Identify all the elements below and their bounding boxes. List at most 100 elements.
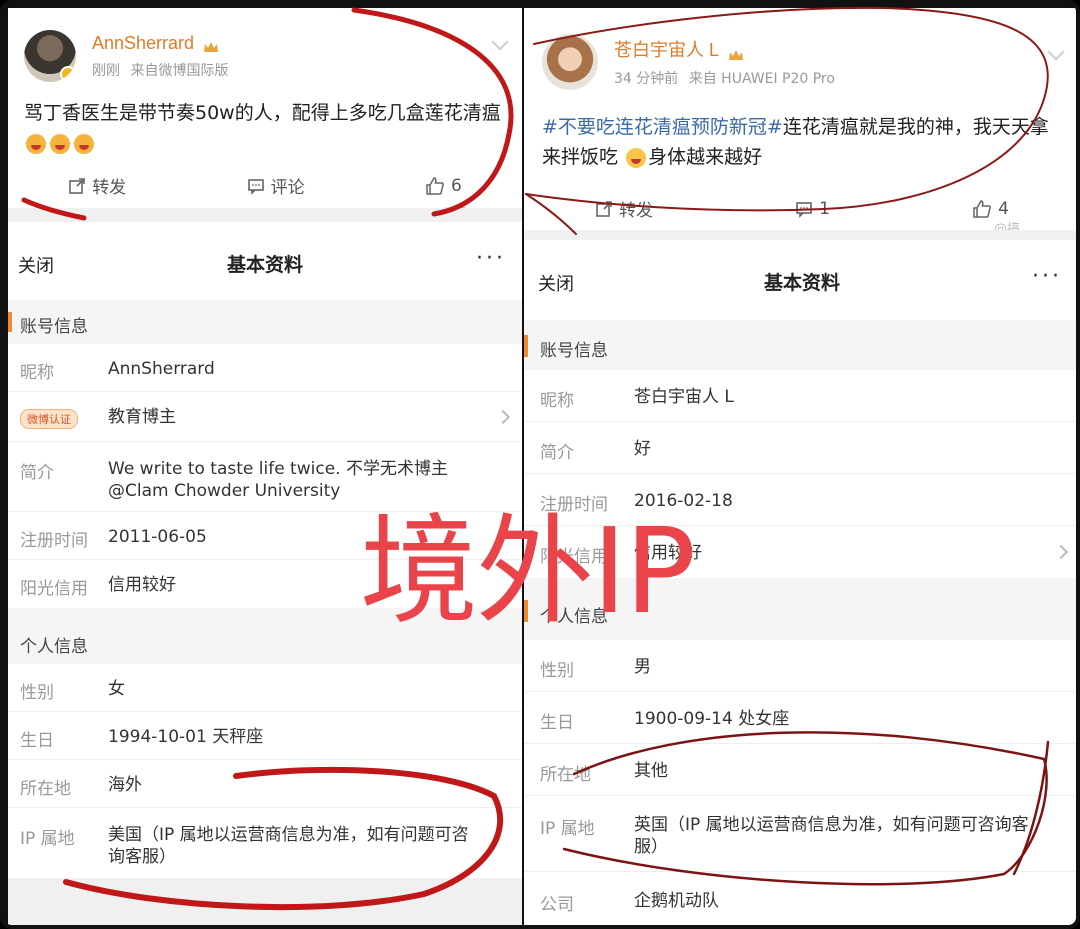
- post-source: 来自微博国际版: [130, 62, 229, 79]
- chevron-down-icon[interactable]: [1047, 43, 1065, 61]
- avatar[interactable]: [542, 34, 598, 90]
- section-title: 个人信息: [20, 637, 88, 657]
- chevron-right-icon: [1053, 544, 1069, 560]
- post-body: 骂丁香医生是带节奏50w的人，配得上多吃几盒莲花清瘟: [24, 102, 501, 124]
- hashtag-link[interactable]: #不要吃连花清瘟预防新冠#: [542, 116, 783, 138]
- section-title: 账号信息: [20, 317, 88, 337]
- separator: [524, 230, 1076, 240]
- post-text: #不要吃连花清瘟预防新冠#连花清瘟就是我的神，我天天拿来拌饭吃 身体越来越好: [542, 112, 1062, 172]
- section-title: 账号信息: [540, 341, 608, 361]
- registration-date: 2011-06-05: [108, 527, 207, 547]
- comment-button[interactable]: 1: [795, 196, 830, 221]
- nickname-value: AnnSherrard: [108, 359, 215, 379]
- separator: [8, 208, 522, 222]
- like-count: 4: [998, 198, 1009, 219]
- location-value: 海外: [108, 775, 142, 795]
- registration-label: 注册时间: [20, 531, 88, 551]
- section-account-info: 账号信息: [524, 320, 1076, 370]
- gender-value: 女: [108, 679, 125, 699]
- repost-icon: [69, 177, 85, 194]
- overlay-caption: 境外IP: [360, 502, 696, 640]
- gender-value: 男: [634, 657, 651, 677]
- username[interactable]: AnnSherrard: [92, 33, 194, 53]
- gender-label: 性别: [540, 661, 574, 681]
- row-gender: 性别 女: [8, 664, 522, 712]
- comment-icon: [247, 178, 264, 195]
- post-header: 苍白宇宙人 L 34 分钟前 来自 HUAWEI P20 Pro: [542, 34, 835, 90]
- section-account-info: 账号信息: [8, 300, 522, 344]
- repost-label: 转发: [619, 201, 654, 221]
- row-birthday: 生日 1900-09-14 处女座: [524, 692, 1076, 744]
- repost-button[interactable]: 转发: [595, 196, 653, 221]
- comment-button[interactable]: 评论: [247, 173, 305, 198]
- post-time: 刚刚: [92, 62, 120, 79]
- emoji-icon: [74, 133, 94, 154]
- location-label: 所在地: [20, 779, 71, 799]
- bio-label: 简介: [20, 463, 54, 483]
- credit-value: 信用较好: [108, 575, 176, 595]
- gender-label: 性别: [20, 683, 54, 703]
- left-panel: AnnSherrard 刚刚 来自微博国际版 骂丁香医生是带节奏50w的人，配得…: [8, 8, 522, 925]
- row-company: 公司 企鹅机动队: [524, 872, 1076, 925]
- location-value: 其他: [634, 761, 668, 781]
- post-time: 34 分钟前: [614, 71, 679, 87]
- ip-label: IP 属地: [20, 829, 75, 849]
- screenshot-frame: AnnSherrard 刚刚 来自微博国际版 骂丁香医生是带节奏50w的人，配得…: [0, 0, 1080, 929]
- post-source: 来自 HUAWEI P20 Pro: [688, 71, 835, 87]
- emoji-icon: [50, 133, 70, 154]
- credit-label: 阳光信用: [20, 579, 88, 599]
- chevron-down-icon[interactable]: [491, 33, 509, 51]
- repost-button[interactable]: 转发: [68, 173, 126, 198]
- verify-badge: 微博认证: [20, 409, 78, 429]
- post-body-tail: 身体越来越好: [648, 146, 763, 168]
- page-title: 基本资料: [226, 254, 303, 276]
- thumbs-up-icon: [426, 176, 444, 195]
- company-value: 企鹅机动队: [634, 891, 719, 911]
- like-button[interactable]: 6: [425, 173, 462, 198]
- section-accent-bar: [524, 335, 528, 357]
- crown-icon: [203, 38, 219, 52]
- more-options-icon[interactable]: ···: [1032, 264, 1062, 289]
- footer-space: [8, 878, 522, 925]
- row-location: 所在地 其他: [524, 744, 1076, 796]
- bio-value: 好: [634, 439, 651, 459]
- ip-value: 美国（IP 属地以运营商信息为准，如有问题可咨询客服）: [108, 825, 469, 867]
- birthday-value: 1994-10-01 天秤座: [108, 727, 264, 747]
- like-count: 6: [450, 175, 462, 196]
- row-location: 所在地 海外: [8, 760, 522, 808]
- company-label: 公司: [540, 895, 574, 915]
- comment-count: 1: [819, 198, 830, 219]
- chevron-right-icon: [495, 409, 511, 425]
- row-ip-location: IP 属地 美国（IP 属地以运营商信息为准，如有问题可咨询客服）: [8, 808, 522, 878]
- page-title: 基本资料: [763, 272, 840, 294]
- verified-icon: [60, 66, 76, 82]
- row-nickname: 昵称 苍白宇宙人 L: [524, 370, 1076, 422]
- emoji-icon: [626, 147, 647, 168]
- repost-label: 转发: [92, 178, 127, 198]
- birthday-label: 生日: [540, 713, 574, 733]
- repost-icon: [596, 200, 612, 217]
- avatar[interactable]: [24, 30, 76, 82]
- more-options-icon[interactable]: ···: [476, 246, 506, 271]
- username[interactable]: 苍白宇宙人 L: [614, 40, 719, 60]
- birthday-label: 生日: [20, 731, 54, 751]
- weibo-post: 苍白宇宙人 L 34 分钟前 来自 HUAWEI P20 Pro #不要吃连花清…: [524, 8, 1076, 228]
- row-ip-location: IP 属地 英国（IP 属地以运营商信息为准，如有问题可咨询客服）: [524, 796, 1076, 872]
- verify-value: 教育博主: [108, 407, 176, 427]
- bio-label: 简介: [540, 443, 574, 463]
- bio-value: We write to taste life twice. 不学无术博主 @Cl…: [108, 459, 448, 501]
- ip-label: IP 属地: [540, 819, 595, 839]
- post-actions: 转发 评论 6: [8, 173, 522, 198]
- ip-value: 英国（IP 属地以运营商信息为准，如有问题可咨询客服）: [634, 815, 1029, 857]
- nickname-value: 苍白宇宙人 L: [634, 387, 734, 407]
- title-bar: 关闭 基本资料 ···: [8, 222, 522, 300]
- location-label: 所在地: [540, 765, 591, 785]
- post-header: AnnSherrard 刚刚 来自微博国际版: [24, 30, 228, 82]
- row-bio: 简介 好: [524, 422, 1076, 474]
- nickname-label: 昵称: [540, 391, 574, 411]
- post-text: 骂丁香医生是带节奏50w的人，配得上多吃几盒莲花清瘟: [24, 98, 508, 158]
- crown-icon: [728, 46, 744, 60]
- row-birthday: 生日 1994-10-01 天秤座: [8, 712, 522, 760]
- row-verification[interactable]: 微博认证 教育博主: [8, 392, 522, 442]
- thumbs-up-icon: [973, 199, 992, 218]
